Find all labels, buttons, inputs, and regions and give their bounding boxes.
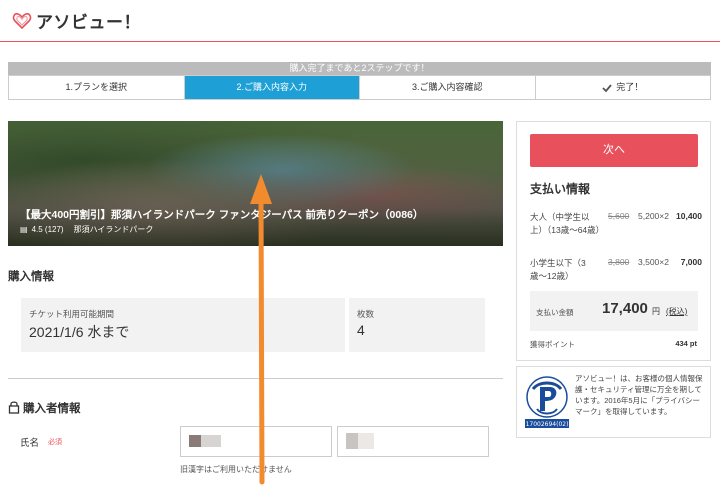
- rating-icon: ▤: [20, 225, 28, 234]
- redacted-text: [201, 435, 221, 447]
- purchase-info-title: 購入情報: [8, 271, 54, 283]
- step-enter-details: 2.ご購入内容入力: [184, 76, 360, 99]
- next-button[interactable]: 次へ: [530, 134, 698, 167]
- original-price: 5,600: [608, 211, 630, 221]
- first-name-input[interactable]: [337, 426, 489, 457]
- ticket-period-label: チケット利用可能期間: [29, 309, 115, 319]
- row-total: 10,400: [676, 211, 702, 221]
- check-icon: [602, 84, 612, 92]
- logo-text: アソビュー！: [36, 13, 141, 32]
- product-meta: ▤ 4.5 (127) 那須ハイランドパーク: [20, 224, 157, 235]
- product-hero-image: 【最大400円割引】那須ハイランドパーク ファンタジーパス 前売りクーポン（00…: [8, 121, 503, 246]
- points-label: 獲得ポイント: [530, 340, 575, 349]
- ticket-count-box: 枚数 4: [349, 298, 485, 352]
- points-value: 434 pt: [675, 339, 697, 348]
- step-confirm: 3.ご購入内容確認: [360, 76, 536, 99]
- site-logo[interactable]: アソビュー！: [12, 8, 141, 33]
- heart-logo-icon: [12, 12, 32, 29]
- lock-icon: [8, 401, 20, 414]
- original-price: 3,800: [608, 257, 630, 267]
- privacy-text: アソビュー！は、お客様の個人情報保護・セキュリティ管理に万全を期しています。20…: [575, 374, 703, 416]
- name-hint: 旧漢字はご利用いただけません: [180, 465, 292, 474]
- price-calc: 3,500×2: [638, 257, 669, 267]
- redacted-text: [189, 435, 201, 447]
- ticket-count-label: 枚数: [357, 309, 375, 319]
- site-header: アソビュー！: [0, 0, 720, 42]
- ticket-period-box: チケット利用可能期間 2021/1/6 水まで: [21, 298, 345, 352]
- fee-label: 小学生以下（3歳〜12歳）: [530, 258, 586, 281]
- product-title: 【最大400円割引】那須ハイランドパーク ファンタジーパス 前売りクーポン（00…: [20, 209, 424, 221]
- privacy-box: 17002694(02) アソビュー！は、お客様の個人情報保護・セキュリティ管理…: [516, 366, 711, 438]
- product-rating: 4.5 (127): [31, 225, 64, 234]
- ticket-count-value: 4: [357, 322, 365, 338]
- last-name-input[interactable]: [180, 426, 332, 457]
- steps-banner: 購入完了まであと2ステップです！: [8, 62, 711, 75]
- payment-panel: 次へ 支払い情報 大人（中学生以上）（13歳〜64歳） 5,600 5,200×…: [516, 121, 711, 361]
- total-box: 支払い金額 17,400 円 (税込): [530, 291, 698, 331]
- product-location: 那須ハイランドパーク: [73, 225, 154, 234]
- tax-link[interactable]: (税込): [666, 306, 687, 317]
- redacted-text: [358, 433, 374, 449]
- row-total: 7,000: [680, 257, 702, 267]
- fee-row-adult: 大人（中学生以上）（13歳〜64歳） 5,600 5,200×2 10,400: [530, 211, 702, 251]
- buyer-info-title: 購入者情報: [23, 403, 81, 415]
- ticket-period-value: 2021/1/6 水まで: [29, 324, 130, 340]
- step-complete-label: 完了！: [616, 82, 644, 92]
- privacy-mark-logo-icon: 17002694(02): [525, 376, 569, 428]
- required-badge: 必須: [48, 439, 62, 446]
- price-calc: 5,200×2: [638, 211, 669, 221]
- total-label: 支払い金額: [536, 308, 574, 317]
- name-label: 氏名: [20, 438, 40, 449]
- step-select-plan: 1.プランを選択: [9, 76, 185, 99]
- total-value: 17,400: [602, 300, 648, 317]
- svg-text:17002694(02): 17002694(02): [526, 421, 569, 428]
- section-divider: [8, 378, 503, 379]
- step-complete: 完了！: [535, 76, 710, 99]
- step-indicator: 1.プランを選択 2.ご購入内容入力 3.ご購入内容確認 完了！: [8, 75, 711, 100]
- fee-label: 大人（中学生以上）（13歳〜64歳）: [530, 212, 605, 235]
- currency-label: 円: [652, 307, 660, 316]
- payment-title: 支払い情報: [530, 182, 591, 196]
- fee-row-child: 小学生以下（3歳〜12歳） 3,800 3,500×2 7,000: [530, 257, 702, 285]
- redacted-text: [346, 433, 358, 449]
